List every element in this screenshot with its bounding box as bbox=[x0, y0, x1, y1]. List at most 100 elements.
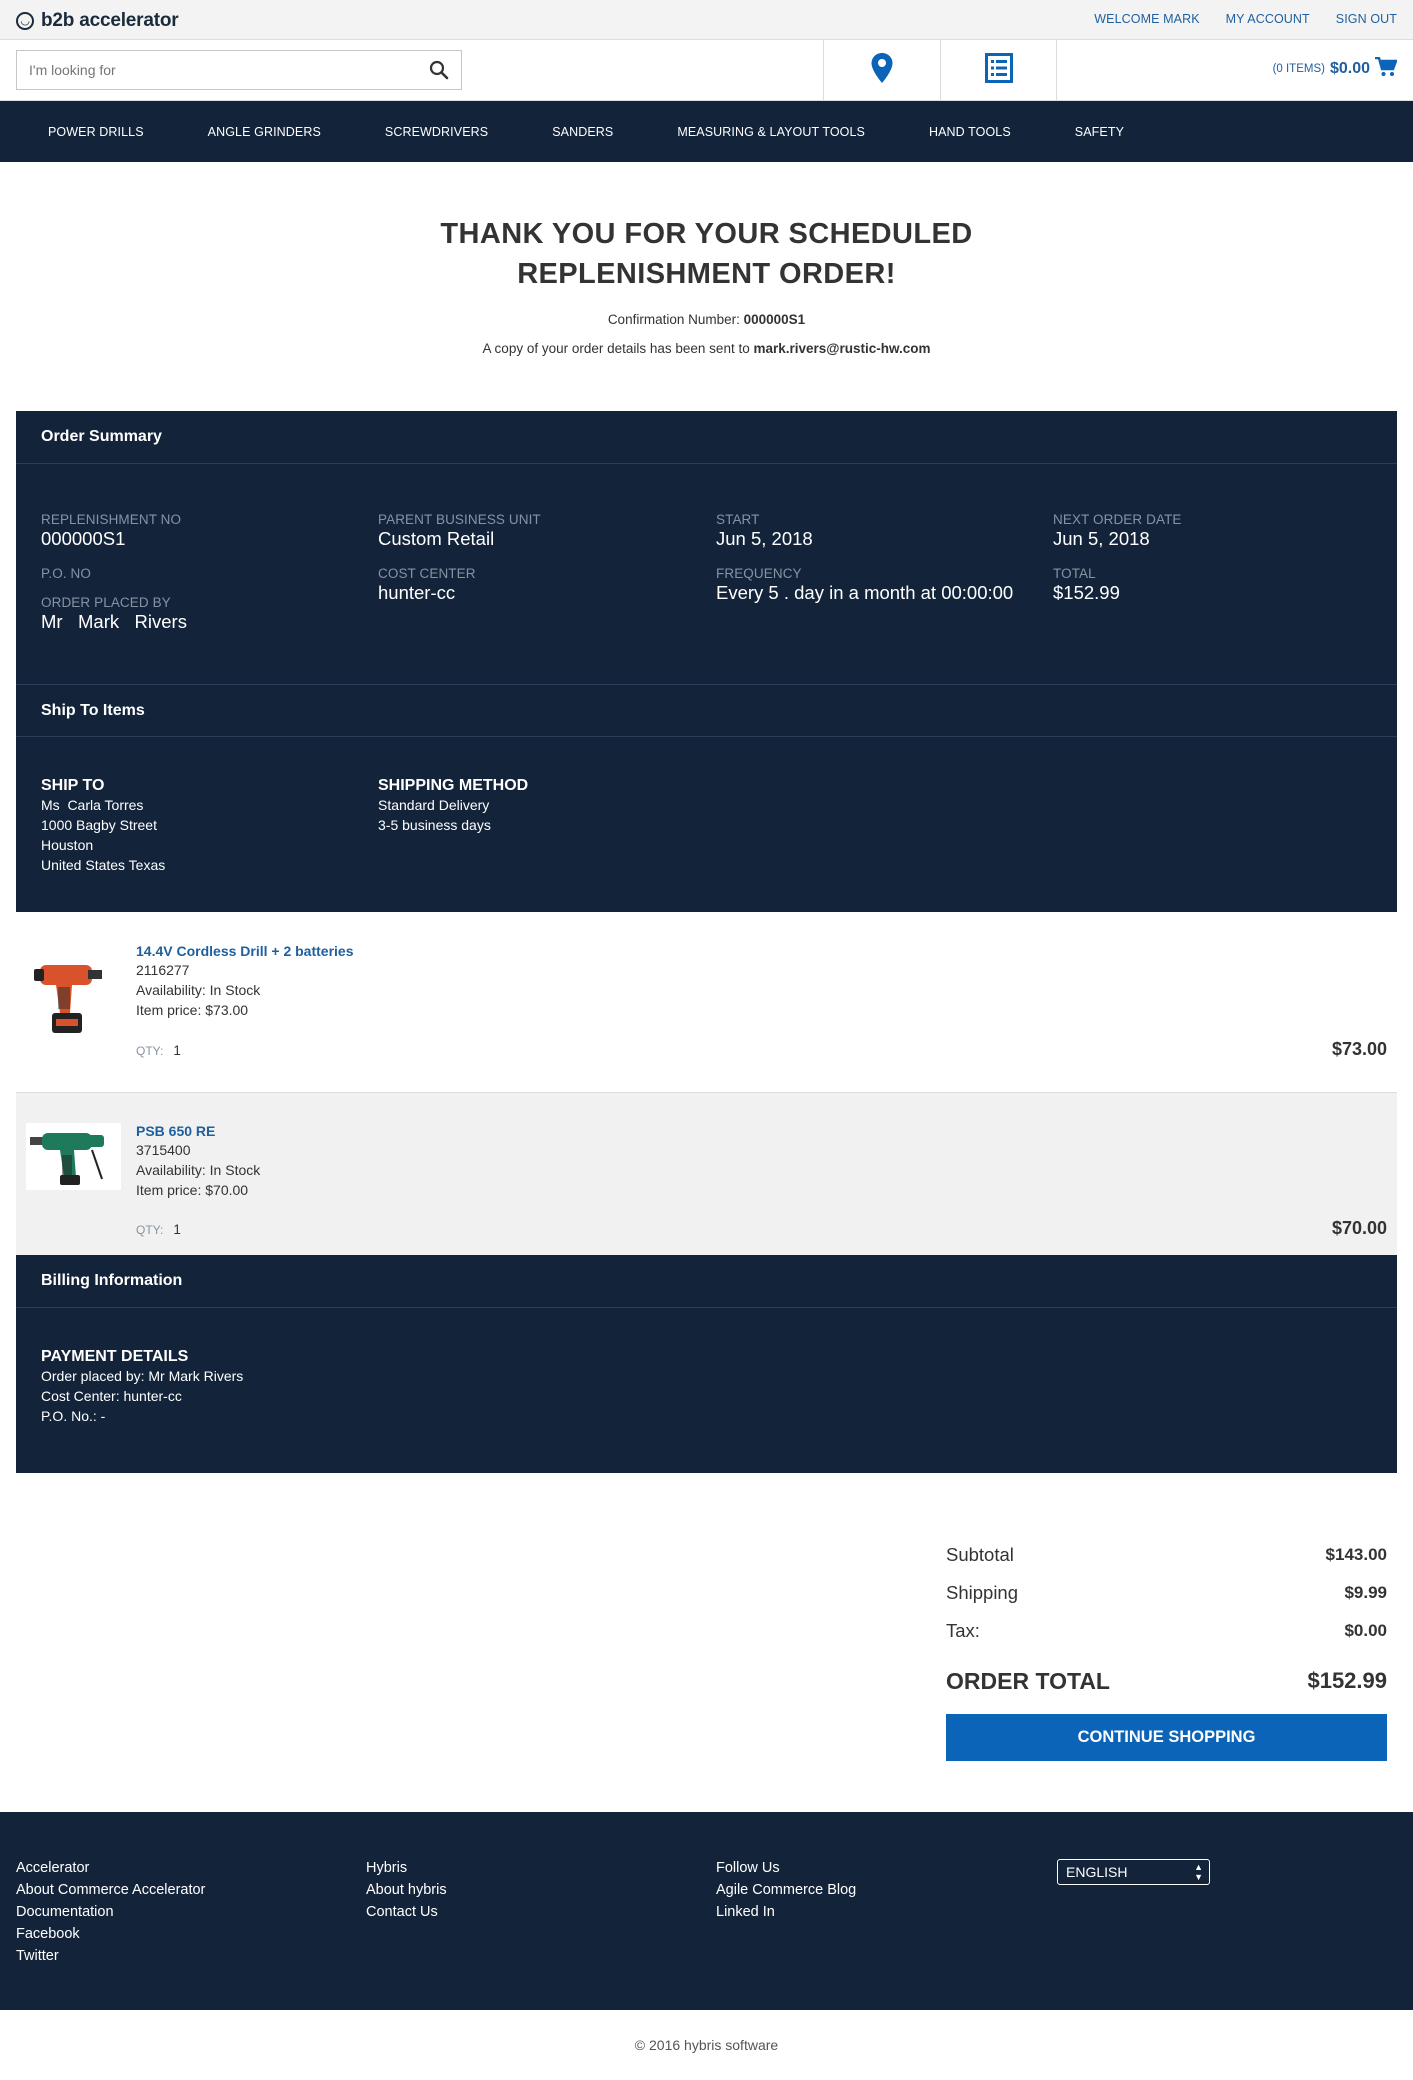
confirmation-line: Confirmation Number: 000000S1 bbox=[0, 312, 1413, 327]
tax-label: Tax: bbox=[946, 1620, 980, 1641]
order-placed-by-value: Mr Mark Rivers bbox=[41, 611, 187, 632]
email-notice: A copy of your order details has been se… bbox=[0, 341, 1413, 356]
footer-link[interactable]: Linked In bbox=[716, 1901, 856, 1923]
frequency-value: Every 5 . day in a month at 00:00:00 bbox=[716, 582, 1014, 603]
total-label: TOTAL bbox=[1053, 566, 1096, 581]
welcome-link[interactable]: WELCOME MARK bbox=[1094, 12, 1199, 26]
confirmation-number: 000000S1 bbox=[743, 312, 806, 327]
item-quantity: QTY: 1 bbox=[136, 1043, 181, 1058]
my-account-link[interactable]: MY ACCOUNT bbox=[1226, 12, 1310, 26]
product-name-link[interactable]: 14.4V Cordless Drill + 2 batteries bbox=[136, 943, 354, 959]
replenishment-no-label: REPLENISHMENT NO bbox=[41, 512, 182, 527]
footer-link[interactable]: Twitter bbox=[16, 1945, 205, 1967]
qty-label: QTY: bbox=[136, 1044, 164, 1058]
mini-cart[interactable]: (0 ITEMS) $0.00 bbox=[1273, 56, 1398, 81]
continue-shopping-button[interactable]: CONTINUE SHOPPING bbox=[946, 1714, 1387, 1761]
product-availability: Availability: In Stock bbox=[136, 1162, 261, 1178]
footer-link[interactable]: Accelerator bbox=[16, 1857, 205, 1879]
qty-value: 1 bbox=[173, 1222, 181, 1237]
shipping-label: Shipping bbox=[946, 1582, 1019, 1603]
cost-center-value: hunter-cc bbox=[378, 582, 456, 603]
top-bar: ◡ b2b accelerator WELCOME MARK MY ACCOUN… bbox=[0, 0, 1413, 40]
category-nav: POWER DRILLS ANGLE GRINDERS SCREWDRIVERS… bbox=[0, 101, 1413, 162]
select-arrows-icon: ▲ ▼ bbox=[1194, 1862, 1203, 1882]
language-value: ENGLISH bbox=[1066, 1864, 1128, 1880]
product-image[interactable] bbox=[26, 1123, 121, 1190]
list-item: PSB 650 RE 3715400 Availability: In Stoc… bbox=[16, 1092, 1397, 1255]
footer-link[interactable]: About hybris bbox=[366, 1879, 447, 1901]
footer-link[interactable]: Agile Commerce Blog bbox=[716, 1879, 856, 1901]
shipping-value: $9.99 bbox=[1344, 1583, 1387, 1602]
sign-out-link[interactable]: SIGN OUT bbox=[1336, 12, 1397, 26]
shipping-method-time: 3-5 business days bbox=[378, 817, 491, 833]
footer-link[interactable]: Follow Us bbox=[716, 1857, 856, 1879]
product-sku: 3715400 bbox=[136, 1142, 191, 1158]
language-select[interactable]: ENGLISH ▲ ▼ bbox=[1057, 1859, 1210, 1885]
store-finder-button[interactable] bbox=[823, 40, 940, 100]
logo-text: b2b accelerator bbox=[41, 10, 179, 31]
order-summary-title: Order Summary bbox=[16, 411, 1397, 464]
search-box bbox=[16, 50, 462, 90]
ship-to-name: Ms Carla Torres bbox=[41, 797, 144, 813]
quick-order-button[interactable] bbox=[940, 40, 1057, 100]
ship-to-label: SHIP TO bbox=[41, 777, 105, 794]
nav-hand-tools[interactable]: HAND TOOLS bbox=[929, 125, 1011, 139]
footer-col-hybris: Hybris About hybris Contact Us bbox=[366, 1857, 447, 1923]
footer-col-follow: Follow Us Agile Commerce Blog Linked In bbox=[716, 1857, 856, 1923]
search-icon[interactable] bbox=[429, 60, 449, 84]
order-totals: Subtotal $143.00 Shipping $9.99 Tax: $0.00 … bbox=[946, 1536, 1387, 1761]
site-logo[interactable]: ◡ b2b accelerator bbox=[16, 10, 179, 32]
order-total-label: ORDER TOTAL bbox=[946, 1667, 1110, 1694]
item-details: 14.4V Cordless Drill + 2 batteries 21162… bbox=[136, 943, 354, 1020]
cost-center-label: COST CENTER bbox=[378, 566, 476, 581]
item-total: $70.00 bbox=[1331, 1218, 1387, 1238]
summary-col-2: PARENT BUSINESS UNIT Custom Retail COST … bbox=[378, 512, 541, 604]
payment-details-label: PAYMENT DETAILS bbox=[41, 1348, 189, 1365]
ship-to-street: 1000 Bagby Street bbox=[41, 817, 157, 833]
qty-value: 1 bbox=[173, 1043, 181, 1058]
summary-col-3: START Jun 5, 2018 FREQUENCY Every 5 . da… bbox=[716, 512, 1013, 604]
item-quantity: QTY: 1 bbox=[136, 1222, 181, 1237]
footer-link[interactable]: Hybris bbox=[366, 1857, 447, 1879]
nav-power-drills[interactable]: POWER DRILLS bbox=[48, 125, 144, 139]
nav-screwdrivers[interactable]: SCREWDRIVERS bbox=[385, 125, 488, 139]
product-sku: 2116277 bbox=[136, 962, 190, 978]
next-order-label: NEXT ORDER DATE bbox=[1053, 512, 1182, 527]
order-summary-grid: REPLENISHMENT NO 000000S1 P.O. NO ORDER … bbox=[16, 464, 1397, 684]
list-item: 14.4V Cordless Drill + 2 batteries 21162… bbox=[16, 913, 1397, 1076]
nav-measuring-layout-tools[interactable]: MEASURING & LAYOUT TOOLS bbox=[677, 125, 865, 139]
footer-link[interactable]: Facebook bbox=[16, 1923, 205, 1945]
nav-angle-grinders[interactable]: ANGLE GRINDERS bbox=[208, 125, 321, 139]
page-title: THANK YOU FOR YOUR SCHEDULED REPLENISHME… bbox=[0, 214, 1413, 294]
thank-you-section: THANK YOU FOR YOUR SCHEDULED REPLENISHME… bbox=[0, 162, 1413, 356]
ship-to-body: SHIP TO Ms Carla Torres 1000 Bagby Stree… bbox=[16, 737, 1397, 912]
nav-sanders[interactable]: SANDERS bbox=[552, 125, 613, 139]
nav-safety[interactable]: SAFETY bbox=[1075, 125, 1124, 139]
parent-unit-label: PARENT BUSINESS UNIT bbox=[378, 512, 541, 527]
order-list-icon bbox=[984, 53, 1013, 87]
billing-cost-center: Cost Center: hunter-cc bbox=[41, 1388, 182, 1404]
tax-row: Tax: $0.00 bbox=[946, 1612, 1387, 1650]
footer-link[interactable]: About Commerce Accelerator bbox=[16, 1879, 205, 1901]
billing-po-no: P.O. No.: - bbox=[41, 1408, 106, 1424]
product-availability: Availability: In Stock bbox=[136, 982, 261, 998]
ship-to-items-title: Ship To Items bbox=[16, 684, 1397, 737]
footer-link[interactable]: Contact Us bbox=[366, 1901, 447, 1923]
product-price: Item price: $70.00 bbox=[136, 1182, 249, 1198]
subtotal-row: Subtotal $143.00 bbox=[946, 1536, 1387, 1574]
parent-unit-value: Custom Retail bbox=[378, 528, 495, 549]
billing-panel: Billing Information PAYMENT DETAILS Orde… bbox=[16, 1255, 1397, 1473]
next-order-value: Jun 5, 2018 bbox=[1053, 528, 1150, 549]
footer-link[interactable]: Documentation bbox=[16, 1901, 205, 1923]
cart-amount: $0.00 bbox=[1329, 60, 1370, 77]
product-image[interactable] bbox=[26, 943, 121, 1038]
shipping-method-block: SHIPPING METHOD Standard Delivery 3-5 bu… bbox=[378, 777, 528, 835]
summary-col-1: REPLENISHMENT NO 000000S1 P.O. NO ORDER … bbox=[41, 512, 187, 633]
account-links: WELCOME MARK MY ACCOUNT SIGN OUT bbox=[1094, 12, 1397, 26]
logo-icon: ◡ bbox=[16, 12, 34, 30]
payment-details-block: PAYMENT DETAILS Order placed by: Mr Mark… bbox=[16, 1308, 1397, 1426]
product-name-link[interactable]: PSB 650 RE bbox=[136, 1123, 215, 1139]
item-details: PSB 650 RE 3715400 Availability: In Stoc… bbox=[136, 1123, 260, 1200]
subtotal-label: Subtotal bbox=[946, 1544, 1014, 1565]
search-input[interactable] bbox=[17, 51, 407, 89]
